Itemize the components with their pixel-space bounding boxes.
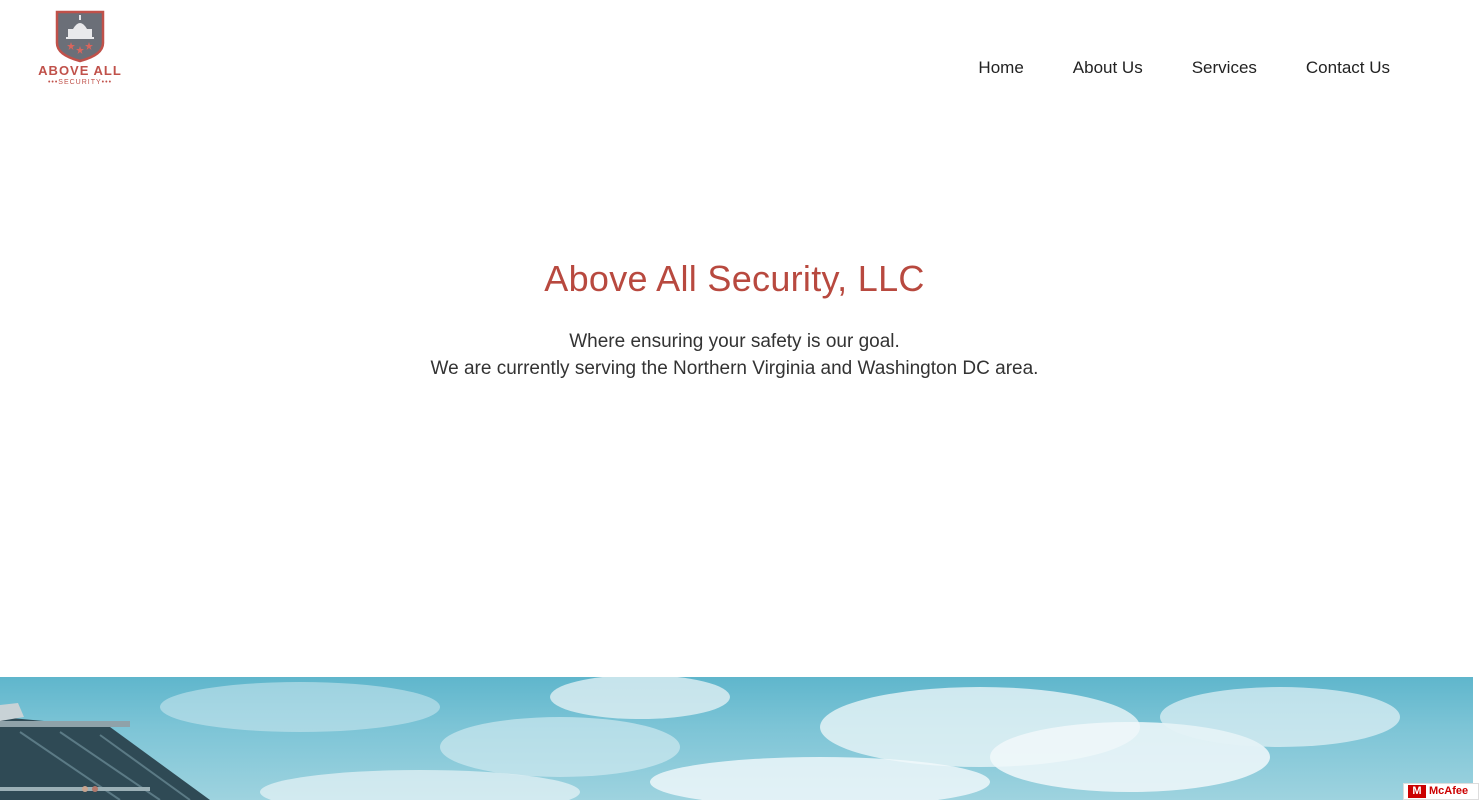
nav-services[interactable]: Services [1192,58,1257,78]
mcafee-logo-icon: M [1408,785,1426,798]
nav-contact-us[interactable]: Contact Us [1306,58,1390,78]
shield-icon [55,10,105,63]
tagline-line-1: Where ensuring your safety is our goal. [569,331,900,352]
hero-banner-image [0,677,1473,800]
nav-about-us[interactable]: About Us [1073,58,1143,78]
logo-subtitle: •••SECURITY••• [47,79,113,86]
logo[interactable]: ABOVE ALL •••SECURITY••• [38,9,122,91]
main-nav: Home About Us Services Contact Us [978,58,1390,78]
mcafee-secure-badge[interactable]: M McAfee [1403,783,1479,800]
logo-wordmark: ABOVE ALL [38,63,122,78]
mcafee-label: McAfee [1429,785,1469,797]
nav-home[interactable]: Home [978,58,1023,78]
tagline-line-2: We are currently serving the Northern Vi… [430,358,1039,379]
page-title: Above All Security, LLC [544,258,925,299]
sky-building-illustration [0,677,1400,800]
